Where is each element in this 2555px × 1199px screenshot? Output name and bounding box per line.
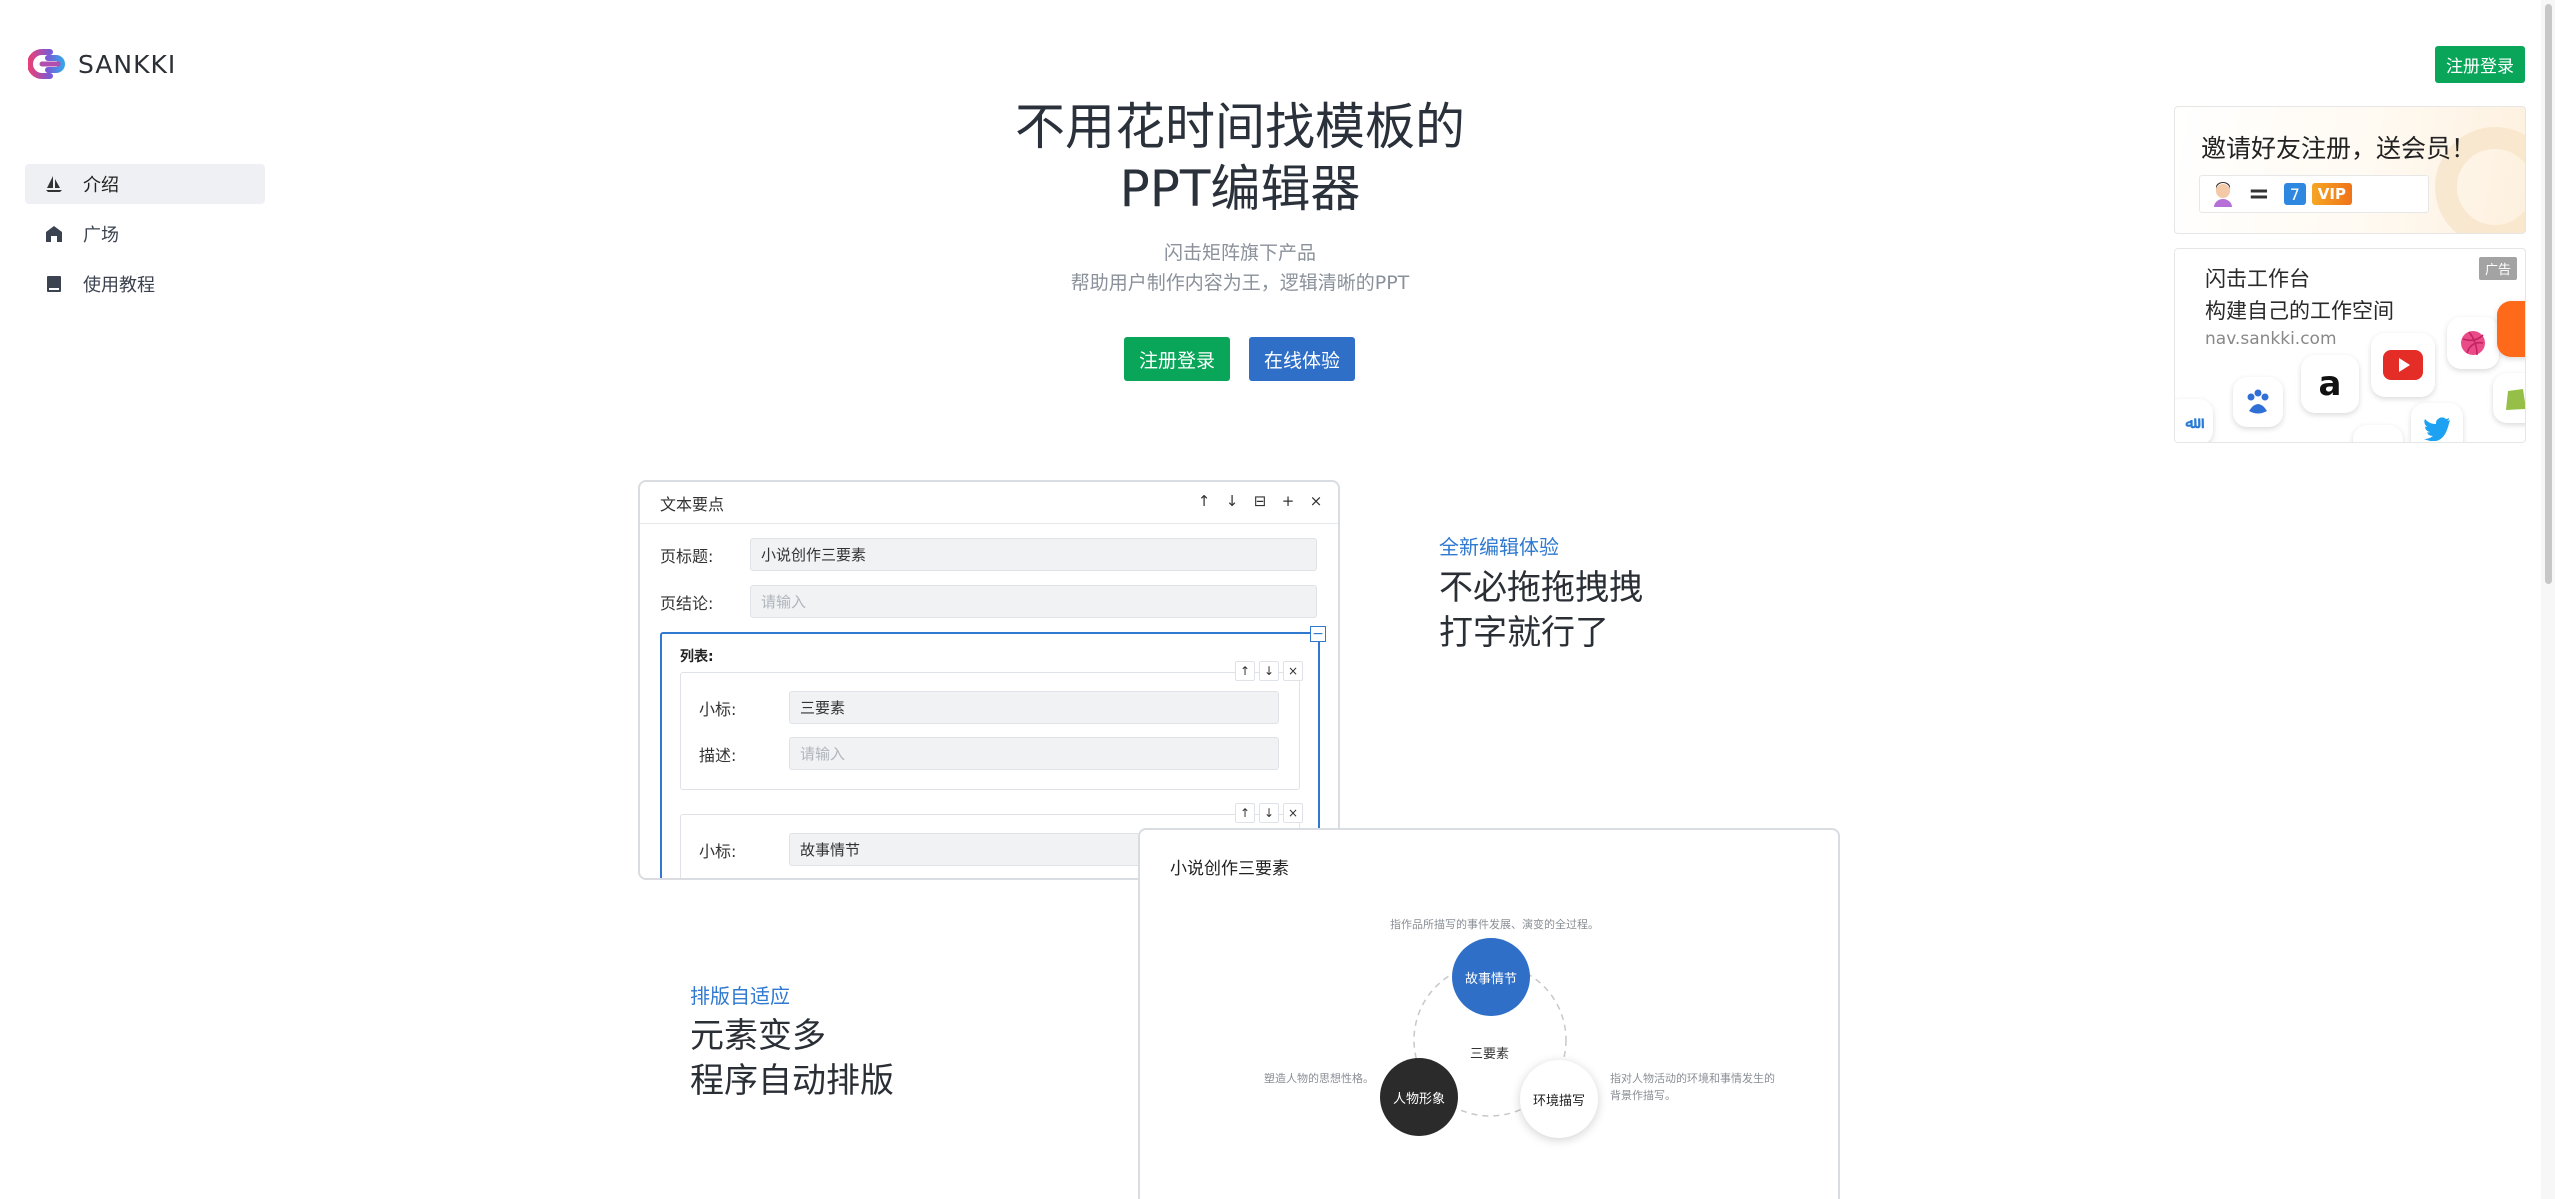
dribbble-icon <box>2447 317 2499 369</box>
item-subtitle-label: 小标: <box>699 699 737 719</box>
list-item: ↑ ↓ × 小标: 三要素 描述: 请输入 <box>680 661 1303 790</box>
list-label: 列表: <box>680 649 714 665</box>
page-title-label: 页标题: <box>660 546 714 566</box>
page-conclusion-input[interactable]: 请输入 <box>750 585 1317 618</box>
page-conclusion-label: 页结论: <box>660 593 714 613</box>
feature-title-editing: 不必拖拖拽拽 打字就行了 <box>1439 566 1643 656</box>
slide-center-label: 三要素 <box>1470 1047 1510 1062</box>
person-emoji-icon <box>2214 182 2232 207</box>
sidebar-item-label: 使用教程 <box>83 275 155 296</box>
invite-ad-banner[interactable]: 邀请好友注册，送会员！ = 7 VIP <box>2174 106 2526 234</box>
page-title-input[interactable]: 小说创作三要素 <box>750 538 1317 571</box>
node-character: 人物形象 <box>1380 1058 1458 1136</box>
sidebar-item-square[interactable]: 广场 <box>25 214 265 254</box>
slide-note-character: 塑造人物的思想性格。 <box>1264 1072 1374 1085</box>
hero-title: 不用花时间找模板的 PPT编辑器 <box>880 96 1600 220</box>
item-move-down-icon[interactable]: ↓ <box>1259 661 1279 681</box>
feature-title-layout: 元素变多 程序自动排版 <box>690 1014 894 1104</box>
hero-subtitle-line2: 帮助用户制作内容为王，逻辑清晰的PPT <box>1070 272 1410 294</box>
hero-subtitle: 闪击矩阵旗下产品 帮助用户制作内容为王，逻辑清晰的PPT <box>880 238 1600 298</box>
book-icon <box>47 276 61 292</box>
text-points-editor: 文本要点 ↑ ↓ ⊟ + × 页标题: 小说创作三要素 页结论: 请输入 − 列… <box>638 480 1340 880</box>
item-remove-icon[interactable]: × <box>1283 661 1303 681</box>
amazon-glyph: a <box>2318 364 2342 404</box>
sidebar-item-label: 介绍 <box>83 175 119 196</box>
arabic-app-icon: ﷲ <box>2175 399 2213 442</box>
sidebar-item-intro[interactable]: 介绍 <box>25 164 265 204</box>
item-move-up-icon[interactable]: ↑ <box>1235 803 1255 823</box>
slide-title: 小说创作三要素 <box>1170 859 1289 879</box>
brand-logo[interactable]: SANKKI <box>28 44 176 84</box>
slide-note-environment: 指对人物活动的环境和事情发生的 背景作描写。 <box>1610 1070 1775 1104</box>
feature-tag-editing: 全新编辑体验 <box>1439 535 1559 559</box>
invite-ad-reward: = 7 VIP <box>2199 175 2429 213</box>
invite-ad-title: 邀请好友注册，送会员！ <box>2201 134 2477 163</box>
baidu-icon <box>2233 377 2283 427</box>
item-subtitle-row: 小标: 三要素 <box>699 691 1279 724</box>
workspace-ad-line2: 构建自己的工作空间 <box>2205 299 2394 323</box>
item-move-down-icon[interactable]: ↓ <box>1259 803 1279 823</box>
slide-note-environment-line2: 背景作描写。 <box>1610 1089 1676 1102</box>
equals-sign: = <box>2248 179 2270 209</box>
page-conclusion-row: 页结论: 请输入 <box>660 585 1317 618</box>
hero-subtitle-line1: 闪击矩阵旗下产品 <box>1163 242 1316 264</box>
add-icon[interactable]: + <box>1280 492 1296 510</box>
sidebar-item-label: 广场 <box>83 225 119 246</box>
node-plot: 故事情节 <box>1452 938 1530 1016</box>
page-title-row: 页标题: 小说创作三要素 <box>660 538 1317 571</box>
move-up-icon[interactable]: ↑ <box>1196 492 1212 510</box>
brand-name: SANKKI <box>78 49 177 79</box>
ad-label-badge: 广告 <box>2478 257 2517 280</box>
item-desc-row: 描述: 请输入 <box>699 737 1279 770</box>
sankki-logo-icon <box>28 49 65 79</box>
item-remove-icon[interactable]: × <box>1283 803 1303 823</box>
feature-title-line2: 打字就行了 <box>1439 613 1609 653</box>
home-icon <box>46 226 62 242</box>
blue-app-icon: ▬ <box>2353 425 2403 442</box>
scrollbar-thumb[interactable] <box>2545 4 2552 584</box>
workspace-ad-banner[interactable]: 广告 闪击工作台 构建自己的工作空间 nav.sankki.com ﷲ a ▬ <box>2174 248 2526 443</box>
twitter-icon <box>2411 403 2463 442</box>
close-icon[interactable]: × <box>1308 492 1324 510</box>
hero-title-line2: PPT编辑器 <box>1119 160 1361 218</box>
workspace-ad-line1: 闪击工作台 <box>2205 267 2310 291</box>
slide-note-environment-line1: 指对人物活动的环境和事情发生的 <box>1610 1072 1775 1085</box>
workspace-ad-url: nav.sankki.com <box>2205 329 2337 349</box>
youtube-icon <box>2371 333 2435 397</box>
node-environment: 环境描写 <box>1520 1060 1598 1138</box>
hero-title-line1: 不用花时间找模板的 <box>1015 98 1465 156</box>
item-desc-label: 描述: <box>699 745 737 765</box>
item-subtitle-input[interactable]: 三要素 <box>789 691 1279 724</box>
slide-note-plot: 指作品所描写的事件发展、演变的全过程。 <box>1390 918 1599 931</box>
feature-tag-layout: 排版自适应 <box>690 984 790 1008</box>
vip-badge: VIP <box>2311 183 2352 205</box>
editor-toolbar: ↑ ↓ ⊟ + × <box>1196 492 1324 510</box>
hero-register-button[interactable]: 注册登录 <box>1124 337 1230 381</box>
days-badge: 7 <box>2283 183 2306 205</box>
shopify-icon <box>2493 373 2525 423</box>
collapse-icon[interactable]: ⊟ <box>1252 492 1268 510</box>
move-down-icon[interactable]: ↓ <box>1224 492 1240 510</box>
feature-title-line2: 程序自动排版 <box>690 1061 894 1101</box>
sidebar-item-tutorial[interactable]: 使用教程 <box>25 264 265 304</box>
page-scrollbar[interactable] <box>2541 0 2555 1199</box>
item-move-up-icon[interactable]: ↑ <box>1235 661 1255 681</box>
header-login-button[interactable]: 注册登录 <box>2435 46 2525 83</box>
feature-title-line1: 不必拖拖拽拽 <box>1439 568 1643 608</box>
item-subtitle-label: 小标: <box>699 841 737 861</box>
list-collapse-icon[interactable]: − <box>1310 626 1326 642</box>
item-toolbar: ↑ ↓ × <box>1235 661 1303 681</box>
slide-preview: 小说创作三要素 指作品所描写的事件发展、演变的全过程。 塑造人物的思想性格。 指… <box>1138 828 1840 1199</box>
editor-title: 文本要点 <box>660 494 725 514</box>
workspace-ad-text: 闪击工作台 构建自己的工作空间 <box>2205 263 2394 327</box>
hero-try-online-button[interactable]: 在线体验 <box>1249 337 1355 381</box>
item-desc-input[interactable]: 请输入 <box>789 737 1279 770</box>
feature-title-line1: 元素变多 <box>690 1016 826 1056</box>
amazon-icon: a <box>2301 355 2359 413</box>
sailboat-icon <box>46 176 62 192</box>
item-toolbar: ↑ ↓ × <box>1235 803 1303 823</box>
sidebar-nav: 介绍 广场 使用教程 <box>25 164 265 314</box>
orange-app-icon <box>2497 301 2525 357</box>
